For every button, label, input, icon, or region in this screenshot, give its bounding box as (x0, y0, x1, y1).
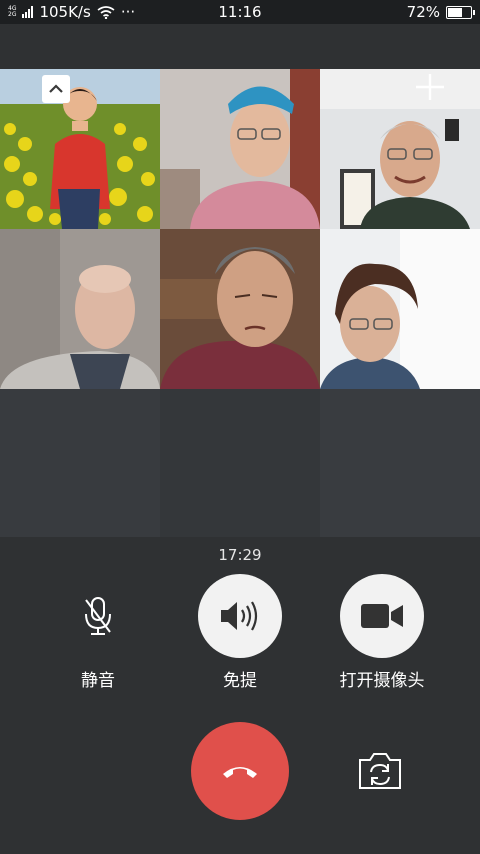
participant-video-6[interactable] (320, 229, 480, 389)
battery-level (448, 7, 462, 17)
video-grid (0, 69, 480, 537)
participant-3-image (320, 69, 480, 229)
mute-circle (56, 574, 140, 658)
participant-video-5[interactable] (160, 229, 320, 389)
mute-label: 静音 (81, 671, 115, 691)
participant-video-3[interactable] (320, 69, 480, 229)
speaker-button[interactable]: 免提 (180, 574, 300, 691)
call-header (0, 24, 480, 69)
participant-video-1[interactable] (0, 69, 160, 229)
participant-4-image (0, 229, 160, 389)
hang-up-button[interactable] (191, 722, 289, 820)
mute-button[interactable]: 静音 (38, 574, 158, 691)
participant-5-image (160, 229, 320, 389)
speaker-icon (221, 601, 258, 631)
participant-video-2[interactable] (160, 69, 320, 229)
camera-label: 打开摄像头 (339, 671, 425, 691)
participant-2-image (160, 69, 320, 229)
phone-hangup-icon (223, 767, 257, 778)
video-camera-icon (361, 604, 403, 628)
camera-button[interactable]: 打开摄像头 (322, 574, 442, 691)
participant-6-image (320, 229, 480, 389)
switch-camera-icon[interactable] (356, 750, 404, 792)
microphone-muted-icon (85, 597, 111, 635)
chevron-up-icon (49, 84, 63, 93)
empty-slot-3 (320, 389, 480, 537)
speaker-circle (198, 574, 282, 658)
camera-circle (340, 574, 424, 658)
call-duration: 17:29 (218, 546, 262, 564)
status-bar: 4G 2G 105K/s ··· 11:16 72% (0, 0, 480, 24)
participant-1-image (0, 69, 160, 229)
battery-percent: 72% (406, 3, 440, 21)
speaker-label: 免提 (223, 671, 257, 691)
add-participant-icon[interactable] (412, 72, 448, 102)
participant-video-4[interactable] (0, 229, 160, 389)
empty-slot-1 (0, 389, 160, 537)
battery-icon (446, 5, 475, 19)
empty-slot-2 (160, 389, 320, 537)
status-right: 72% (406, 3, 475, 21)
collapse-button[interactable] (42, 75, 70, 103)
